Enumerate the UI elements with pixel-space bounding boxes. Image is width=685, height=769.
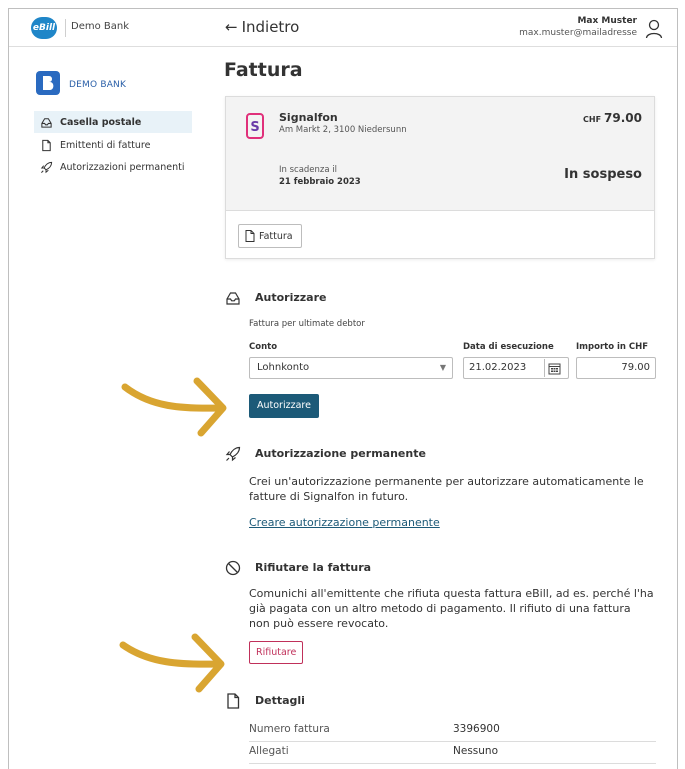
inbox-icon <box>41 117 52 128</box>
document-icon <box>245 230 255 242</box>
user-email: max.muster@mailadresse <box>519 28 637 38</box>
account-label: Conto <box>249 342 278 352</box>
annotation-arrow-icon <box>119 633 225 693</box>
header-bank-name: Demo Bank <box>71 21 130 32</box>
back-label: Indietro <box>241 18 300 36</box>
annotation-arrow-icon <box>121 377 227 437</box>
detail-value: Nessuno <box>453 745 498 757</box>
biller-logo-icon: S <box>246 113 264 139</box>
svg-text:S: S <box>250 120 259 135</box>
amount-label: Importo in CHF <box>576 342 649 352</box>
amount-input-value: 79.00 <box>621 362 650 373</box>
sidebar-item-label: Autorizzazioni permanenti <box>60 161 185 173</box>
details-title: Dettagli <box>255 694 305 707</box>
arrow-left-icon: ← <box>225 18 238 36</box>
document-icon <box>42 139 51 151</box>
permanent-text: Crei un'autorizzazione permanente per au… <box>249 475 644 503</box>
sidebar-item-label: Emittenti di fatture <box>60 139 151 151</box>
document-button-label: Fattura <box>259 230 293 242</box>
sidebar-item-label: Casella postale <box>60 116 142 128</box>
status-badge: In sospeso <box>564 167 642 182</box>
sidebar-item-permanent[interactable]: Autorizzazioni permanenti <box>34 156 192 178</box>
permanent-title: Autorizzazione permanente <box>255 447 426 460</box>
user-icon[interactable] <box>645 19 663 39</box>
due-label: In scadenza il <box>279 165 338 175</box>
currency-label: CHF <box>583 115 602 124</box>
ebill-logo: eBill <box>31 17 57 39</box>
invoice-document-button[interactable]: Fattura <box>238 224 302 248</box>
back-link[interactable]: ← Indietro <box>225 18 299 36</box>
detail-key: Allegati <box>249 745 289 757</box>
account-select[interactable]: Lohnkonto ▼ <box>249 357 453 379</box>
sidebar-item-inbox[interactable]: Casella postale <box>34 111 192 133</box>
amount-value: 79.00 <box>604 111 642 125</box>
calendar-icon <box>548 363 561 374</box>
reject-title: Rifiutare la fattura <box>255 561 372 574</box>
reject-text: Comunichi all'emittente che rifiuta ques… <box>249 587 654 630</box>
rocket-icon <box>40 161 53 173</box>
amount-input[interactable]: 79.00 <box>576 357 656 379</box>
authorize-subtitle: Fattura per ultimate debtor <box>249 319 365 329</box>
prohibited-icon <box>225 560 241 576</box>
date-value: 21.02.2023 <box>469 362 527 373</box>
rocket-icon <box>225 446 241 462</box>
biller-address: Am Markt 2, 3100 Niedersunn <box>279 125 407 135</box>
inbox-icon <box>226 292 240 305</box>
authorize-button[interactable]: Autorizzare <box>249 394 319 418</box>
bank-logo-icon <box>36 71 60 95</box>
calendar-button[interactable] <box>544 359 564 377</box>
user-name: Max Muster <box>577 16 637 26</box>
authorize-title: Autorizzare <box>255 291 327 304</box>
date-label: Data di esecuzione <box>463 342 554 352</box>
account-value: Lohnkonto <box>257 362 310 373</box>
user-info[interactable]: Max Muster max.muster@mailadresse <box>519 15 637 39</box>
page-title: Fattura <box>224 59 303 81</box>
top-bar: eBill Demo Bank ← Indietro Max Muster max… <box>9 9 677 47</box>
due-date: 21 febbraio 2023 <box>279 177 361 187</box>
table-row: Allegati Nessuno <box>249 742 656 764</box>
detail-value: 3396900 <box>453 723 500 735</box>
invoice-card: S Signalfon Am Markt 2, 3100 Niedersunn … <box>225 96 655 259</box>
create-permanent-link[interactable]: Creare autorizzazione permanente <box>249 516 440 529</box>
detail-key: Numero fattura <box>249 723 330 735</box>
biller-name: Signalfon <box>279 111 338 124</box>
sidebar-logo-text: DEMO BANK <box>69 80 127 90</box>
app-window: eBill Demo Bank ← Indietro Max Muster max… <box>8 8 678 769</box>
invoice-summary: S Signalfon Am Markt 2, 3100 Niedersunn … <box>226 97 654 211</box>
sidebar-item-billers[interactable]: Emittenti di fatture <box>34 134 192 156</box>
reject-button[interactable]: Rifiutare <box>249 641 304 664</box>
chevron-down-icon: ▼ <box>439 363 446 372</box>
table-row: Numero fattura 3396900 <box>249 720 656 742</box>
invoice-amount: CHF 79.00 <box>583 111 642 125</box>
header-divider <box>65 19 66 37</box>
